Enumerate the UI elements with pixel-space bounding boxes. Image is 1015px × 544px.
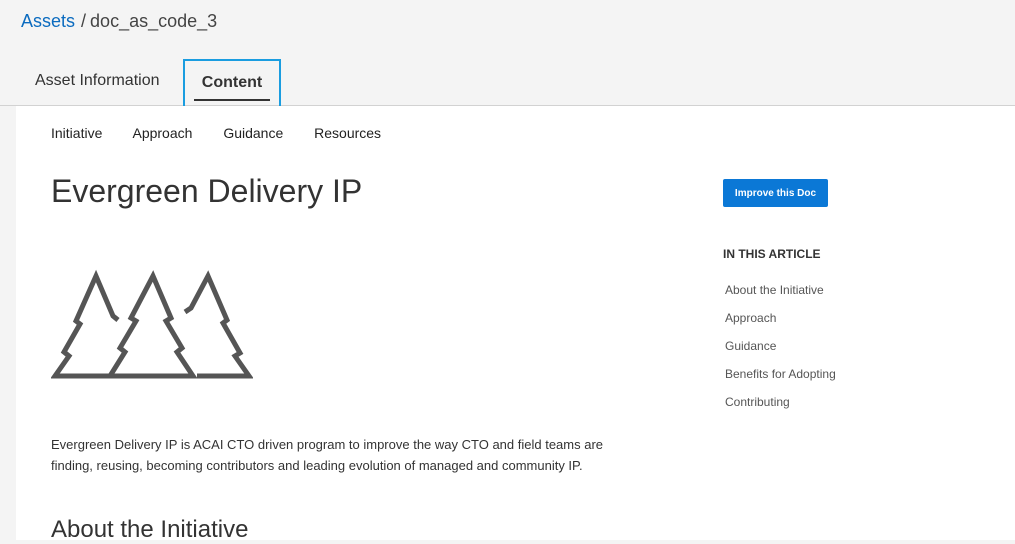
active-tab-underline [194,99,270,101]
intro-line-1: Evergreen Delivery IP is ACAI CTO driven… [51,437,604,452]
toc-heading: IN THIS ARTICLE [723,247,821,261]
content-panel: Initiative Approach Guidance Resources E… [16,106,1015,543]
pine-tree-left-icon [51,269,120,379]
pine-tree-middle-icon [105,270,198,379]
intro-line-2: finding, reusing, becoming contributors … [51,458,583,473]
section-nav-approach[interactable]: Approach [132,125,192,141]
breadcrumb-assets-link[interactable]: Assets [21,11,75,31]
breadcrumb-separator: / [81,11,87,31]
toc-item-guidance[interactable]: Guidance [725,337,845,355]
section-nav: Initiative Approach Guidance Resources [51,125,408,141]
three-pine-trees-icon [51,269,253,379]
toc-item-about[interactable]: About the Initiative [725,281,845,299]
tab-bar: Asset Information Content [0,58,1015,109]
toc-item-approach[interactable]: Approach [725,309,845,327]
toc-list: About the Initiative Approach Guidance B… [725,281,845,421]
page-title: Evergreen Delivery IP [51,173,363,209]
improve-doc-button[interactable]: Improve this Doc [723,179,828,207]
toc-item-contributing[interactable]: Contributing [725,393,845,411]
breadcrumb: Assets / doc_as_code_3 [21,10,217,32]
tab-content[interactable]: Content [183,59,281,109]
tab-content-label: Content [201,74,263,91]
intro-paragraph: Evergreen Delivery IP is ACAI CTO driven… [51,434,651,476]
pine-tree-right-icon [183,270,253,379]
section-nav-resources[interactable]: Resources [314,125,381,141]
toc-item-benefits[interactable]: Benefits for Adopting [725,365,845,383]
breadcrumb-current: doc_as_code_3 [90,11,218,31]
section-nav-initiative[interactable]: Initiative [51,125,102,141]
section-nav-guidance[interactable]: Guidance [223,125,283,141]
tab-asset-information[interactable]: Asset Information [35,58,160,104]
